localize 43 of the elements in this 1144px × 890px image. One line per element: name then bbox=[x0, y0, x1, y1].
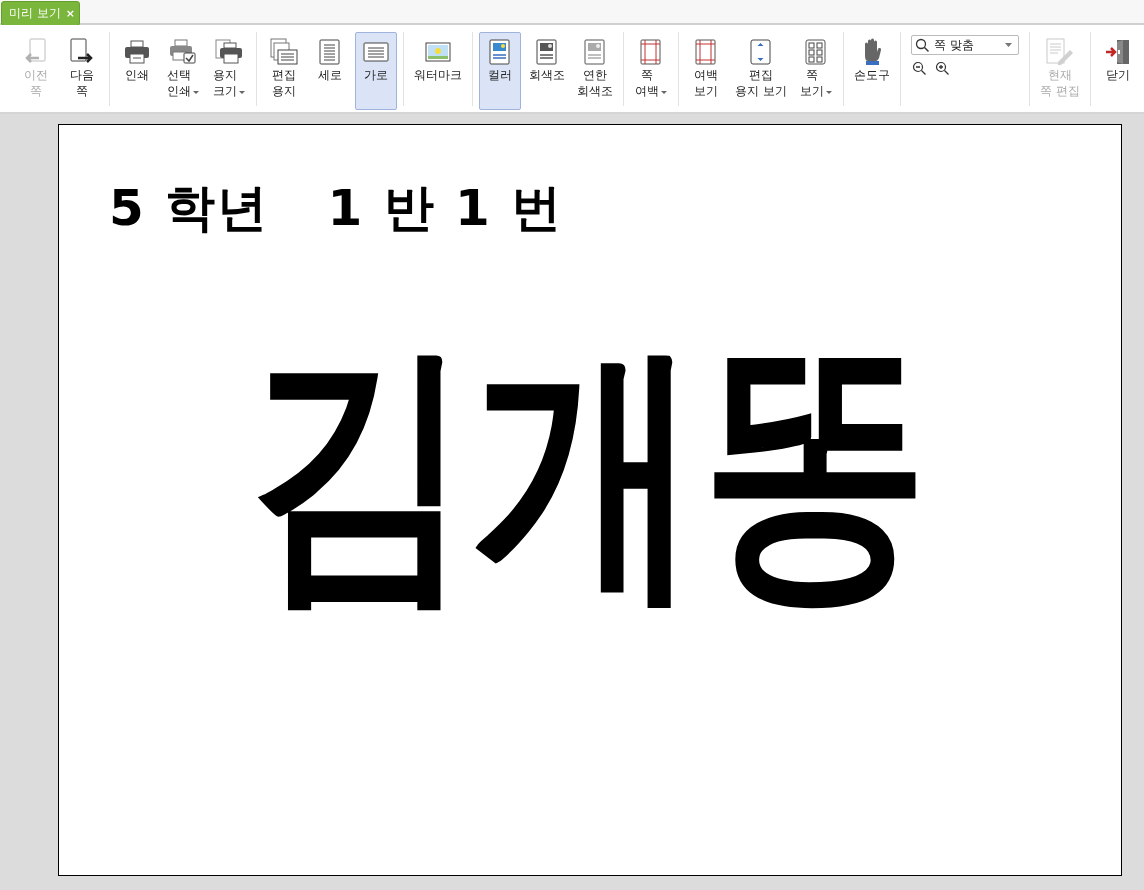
toolbar-button[interactable]: 컬러 bbox=[479, 32, 521, 110]
edit-page-icon bbox=[1045, 38, 1074, 66]
toolbar-button[interactable]: 선택 인쇄 bbox=[162, 32, 204, 110]
color-page-icon bbox=[489, 39, 511, 65]
page-margins-icon bbox=[695, 39, 717, 65]
light-grayscale-page-icon bbox=[584, 39, 606, 65]
printer-check-icon bbox=[169, 39, 197, 65]
toolbar-button[interactable]: 가로 bbox=[355, 32, 397, 110]
toolbar-button[interactable]: 편집 용지 bbox=[263, 32, 305, 110]
page-height-icon bbox=[749, 39, 772, 65]
toolbar-button[interactable]: 편집 용지 보기 bbox=[731, 32, 791, 110]
dropdown-caret-icon bbox=[661, 91, 667, 94]
toolbar-button[interactable]: 쪽 보기 bbox=[794, 32, 837, 110]
toolbar-button[interactable]: 워터마크 bbox=[410, 32, 466, 110]
toolbar-button[interactable]: 인쇄 bbox=[116, 32, 158, 110]
landscape-page-icon bbox=[363, 41, 389, 63]
printer-paper-icon bbox=[215, 39, 243, 65]
zoom-dropdown[interactable]: 쪽 맞춤 bbox=[910, 35, 1019, 55]
toolbar-button[interactable]: 세로 bbox=[309, 32, 351, 110]
search-icon bbox=[914, 37, 930, 53]
picture-icon bbox=[425, 41, 451, 63]
zoom-in-icon[interactable] bbox=[934, 61, 950, 76]
toolbar-button[interactable]: 용지 크기 bbox=[208, 32, 250, 110]
pages-icon bbox=[270, 38, 298, 66]
toolbar-button[interactable]: 닫기 bbox=[1096, 32, 1139, 110]
zoom-out-icon[interactable] bbox=[911, 61, 927, 76]
dropdown-caret-icon bbox=[193, 91, 199, 94]
class-heading: 5 학년 1 반 1 번 bbox=[109, 183, 564, 233]
printer-icon bbox=[124, 39, 150, 65]
toolbar-button[interactable]: 다음 쪽 bbox=[61, 32, 103, 110]
exit-door-icon bbox=[1104, 39, 1131, 65]
dropdown-caret-icon bbox=[825, 91, 832, 94]
dropdown-caret-icon bbox=[239, 91, 245, 94]
dropdown-caret-icon bbox=[1004, 43, 1012, 47]
toolbar-button[interactable]: 손도구 bbox=[849, 32, 894, 110]
portrait-page-icon bbox=[319, 39, 341, 65]
toolbar-button[interactable]: 회색조 bbox=[525, 32, 569, 110]
toolbar-button[interactable]: 연한 회색조 bbox=[573, 32, 617, 110]
toolbar-button[interactable]: 여백 보기 bbox=[685, 32, 727, 110]
page-margins-icon bbox=[640, 39, 662, 65]
toolbar-button[interactable]: 쪽 여백 bbox=[630, 32, 672, 110]
grayscale-page-icon bbox=[536, 39, 558, 65]
multiple-pages-icon bbox=[804, 39, 827, 65]
